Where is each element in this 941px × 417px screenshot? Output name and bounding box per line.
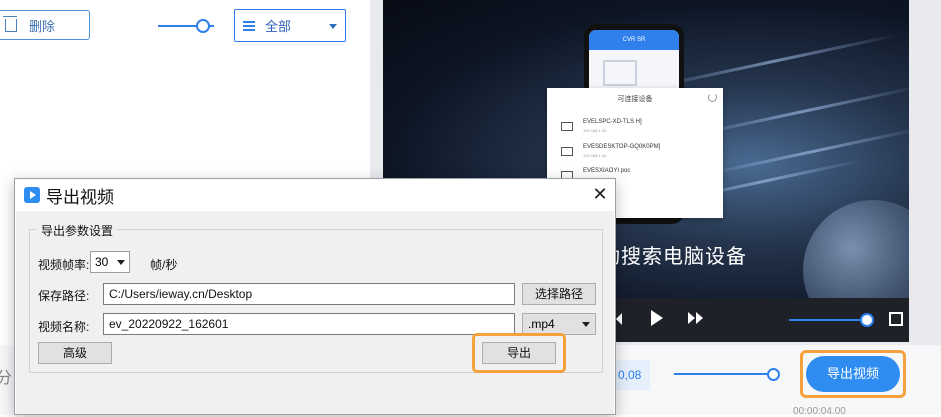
video-caption: 动搜索电脑设备 (600, 246, 747, 268)
chevron-down-icon (329, 24, 337, 29)
save-path-input[interactable] (103, 283, 515, 305)
fps-select[interactable]: 30 (90, 251, 130, 273)
choose-path-button[interactable]: 选择路径 (522, 283, 596, 305)
device-name: EVESXIAOYI poc (583, 168, 631, 174)
popup-title: 可连接设备 (617, 96, 653, 103)
fps-label: 视频帧率: (38, 258, 90, 272)
play-icon[interactable] (651, 310, 663, 326)
highlight-box (472, 333, 566, 373)
volume-slider-track[interactable] (789, 319, 867, 321)
fps-unit: 帧/秒 (150, 258, 178, 272)
volume-slider-thumb[interactable] (860, 313, 874, 327)
delete-button[interactable]: 删除 (0, 10, 90, 40)
device-name: EVELSPC-XD-TLS H] (583, 119, 642, 125)
format-value: .mp4 (528, 317, 555, 331)
app-logo-icon (24, 187, 40, 203)
advanced-button[interactable]: 高级 (38, 342, 112, 364)
fullscreen-icon[interactable] (889, 312, 903, 326)
time-readout: 00:00:04.00 (793, 406, 846, 417)
zoom-slider-thumb[interactable] (196, 19, 210, 33)
trash-icon (3, 15, 17, 32)
dialog-body: 导出参数设置 视频帧率: 30 帧/秒 保存路径: 选择路径 视频名称: .mp… (16, 211, 614, 414)
device-address: 192.168.1.42 (583, 153, 607, 158)
group-title: 导出参数设置 (37, 222, 118, 239)
chevron-down-icon (117, 260, 125, 265)
time-chip[interactable]: 0,08 (612, 360, 650, 390)
list-icon (243, 19, 255, 33)
filter-dropdown[interactable]: 全部 (234, 9, 346, 42)
fps-value: 30 (95, 255, 109, 269)
refresh-icon (708, 93, 717, 102)
timeline-zoom-track[interactable] (674, 373, 778, 375)
planet-graphic (803, 200, 909, 298)
filter-value: 全部 (265, 19, 292, 34)
device-name: EVESDESKTOP-GQ0K0PM] (583, 144, 661, 150)
monitor-icon (603, 60, 637, 86)
dialog-title: 导出视频 (46, 188, 114, 207)
highlight-box (800, 350, 906, 398)
chevron-down-icon (582, 322, 590, 327)
device-address: 192.168.1.25 (583, 128, 607, 133)
previous-icon[interactable] (616, 313, 622, 325)
name-label: 视频名称: (38, 320, 90, 334)
computer-icon (561, 122, 573, 131)
phone-header: CVR SR (589, 30, 679, 50)
format-select[interactable]: .mp4 (522, 313, 596, 335)
timeline-zoom-thumb[interactable] (767, 368, 780, 381)
left-fragment: 分 (0, 370, 13, 387)
computer-icon (561, 147, 573, 156)
path-label: 保存路径: (38, 289, 90, 303)
export-dialog: 导出视频 ✕ 导出参数设置 视频帧率: 30 帧/秒 保存路径: 选择路径 视频… (14, 178, 616, 415)
fast-forward-icon[interactable] (688, 312, 704, 326)
close-icon[interactable]: ✕ (589, 183, 611, 205)
delete-label: 删除 (29, 18, 56, 34)
video-name-input[interactable] (103, 313, 515, 335)
